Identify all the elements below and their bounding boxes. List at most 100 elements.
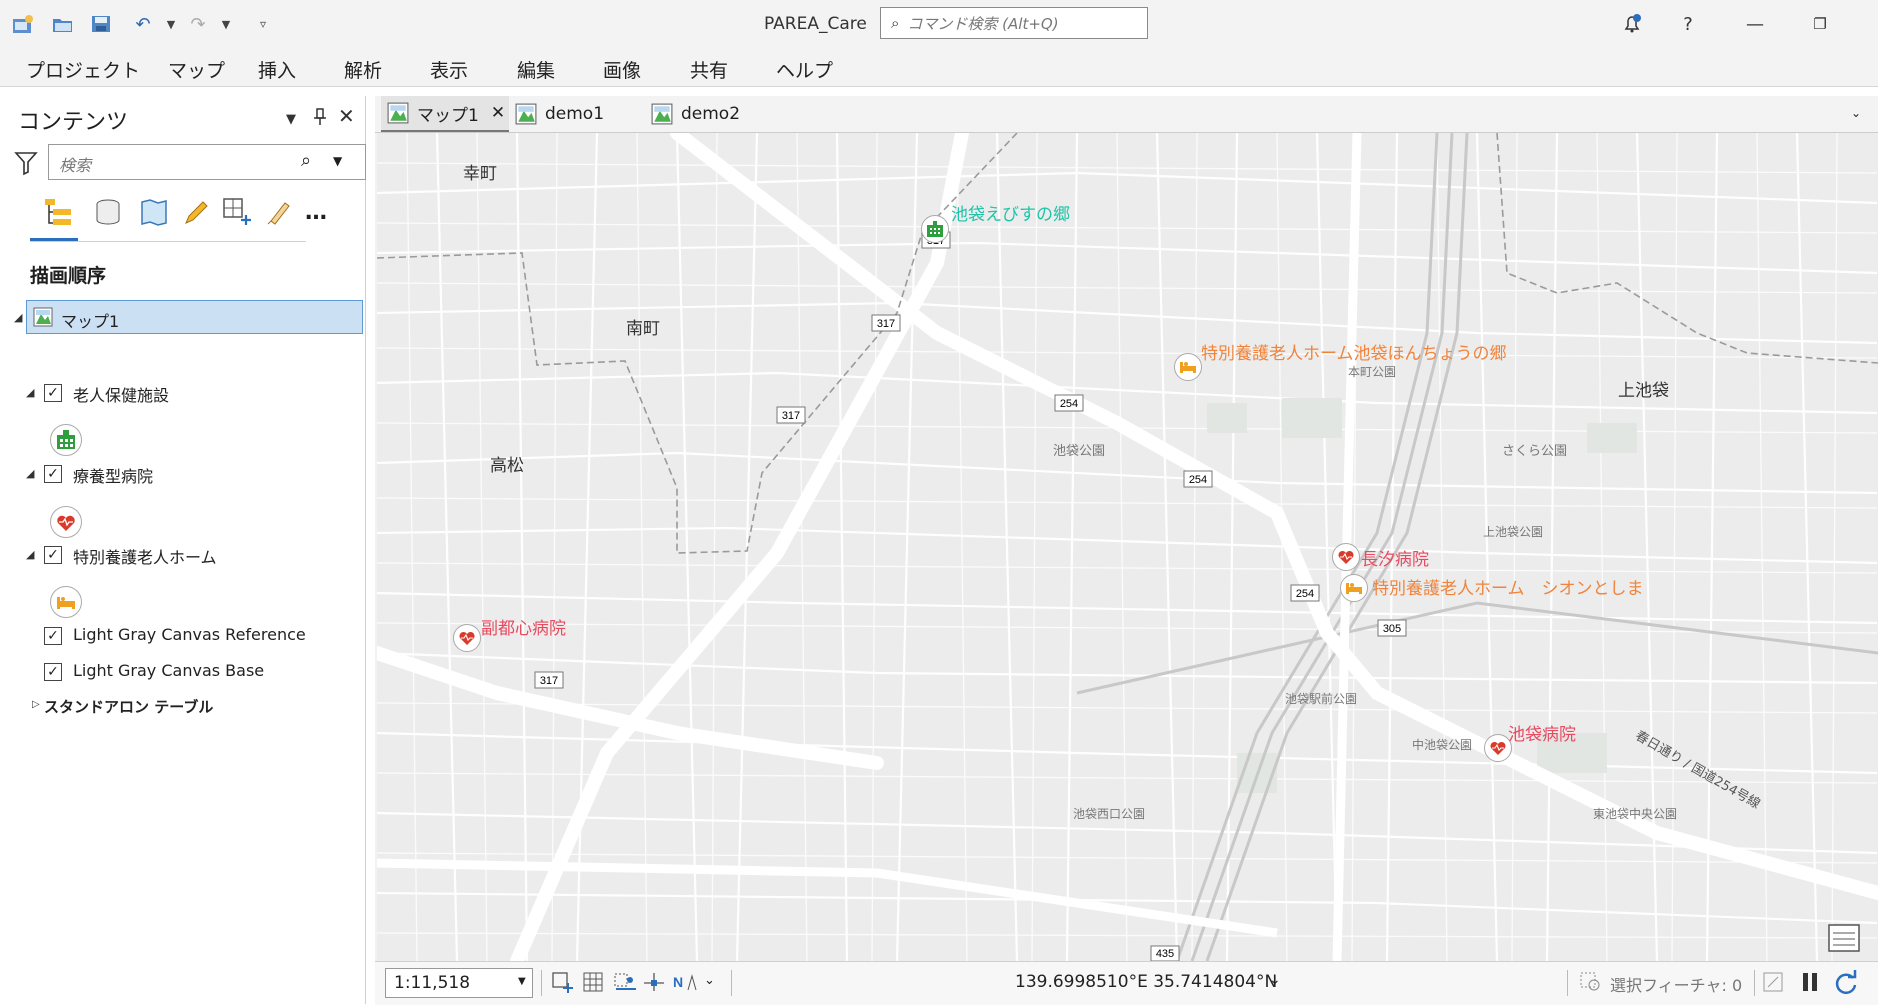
map-name: マップ1 bbox=[61, 312, 120, 331]
open-project-icon[interactable] bbox=[50, 12, 76, 36]
constraint-icon[interactable] bbox=[642, 971, 666, 997]
layer-visibility-checkbox[interactable]: ✓ bbox=[44, 384, 62, 402]
tab-label: demo2 bbox=[681, 104, 741, 124]
special-home-marker-icon[interactable] bbox=[1340, 574, 1368, 602]
list-by-selection-icon[interactable] bbox=[136, 192, 172, 232]
search-icon[interactable]: ⌕ bbox=[301, 150, 311, 171]
redo-dropdown-icon[interactable]: ▼ bbox=[213, 12, 239, 36]
special-home-marker-icon[interactable] bbox=[1174, 353, 1202, 381]
selected-features-count[interactable]: 選択フィーチャ: 0 bbox=[1610, 972, 1742, 996]
layer-visibility-checkbox[interactable]: ✓ bbox=[44, 465, 62, 483]
hospital-heart-symbol-icon[interactable] bbox=[50, 506, 82, 538]
collapse-map-triangle-icon[interactable]: ◢ bbox=[14, 311, 22, 324]
coordinate-format-chevron-icon[interactable]: ⌄ bbox=[1269, 972, 1281, 988]
refresh-cache-icon[interactable] bbox=[1762, 971, 1784, 997]
facility-label: 特別養護老人ホーム シオンとしま bbox=[1372, 579, 1644, 599]
collapse-layer-triangle-icon[interactable]: ◢ bbox=[26, 386, 34, 399]
list-by-drawing-order-icon[interactable] bbox=[40, 192, 76, 232]
tab-demo2[interactable]: demo2 bbox=[651, 96, 740, 132]
tab-label: マップ1 bbox=[417, 105, 479, 126]
menu-view[interactable]: 表示 bbox=[430, 56, 468, 83]
hospital-marker-icon[interactable] bbox=[453, 624, 481, 652]
divider bbox=[1567, 970, 1568, 996]
filter-icon[interactable] bbox=[14, 150, 40, 178]
menu-share[interactable]: 共有 bbox=[690, 56, 728, 83]
svg-text:317: 317 bbox=[877, 318, 895, 330]
notification-bell-icon[interactable] bbox=[1612, 10, 1652, 38]
menu-project[interactable]: プロジェクト bbox=[26, 56, 140, 83]
map-overview-icon[interactable] bbox=[1827, 923, 1861, 953]
search-options-chevron-icon[interactable]: ▼ bbox=[333, 154, 342, 168]
snapping-icon[interactable] bbox=[612, 971, 638, 997]
contents-search-input[interactable]: 検索 ⌕ ▼ bbox=[48, 144, 366, 180]
list-by-source-icon[interactable] bbox=[90, 192, 126, 232]
collapse-layer-triangle-icon[interactable]: ◢ bbox=[26, 467, 34, 480]
layer-visibility-checkbox[interactable]: ✓ bbox=[44, 627, 62, 645]
menu-help[interactable]: ヘルプ bbox=[776, 56, 833, 83]
svg-text:435: 435 bbox=[1156, 948, 1174, 960]
tab-list-chevron-icon[interactable]: ⌄ bbox=[1851, 106, 1861, 120]
customize-quick-access-icon[interactable]: ▿ bbox=[250, 12, 276, 36]
expand-standalone-triangle-icon[interactable]: ▷ bbox=[32, 699, 40, 710]
layer-name-nursing[interactable]: 老人保健施設 bbox=[73, 382, 169, 406]
coordinate-readout: 139.6998510°E 35.7414804°N bbox=[1015, 972, 1278, 992]
minimize-button[interactable]: — bbox=[1735, 10, 1775, 38]
selected-features-icon[interactable] bbox=[1579, 971, 1603, 997]
map-status-bar: 1:11,518 ▼ N ⌄ 139.6998510°E 35.7414804°… bbox=[375, 961, 1878, 1005]
save-project-icon[interactable] bbox=[88, 12, 114, 36]
pane-options-chevron-icon[interactable]: ▼ bbox=[286, 112, 296, 127]
hospital-marker-icon[interactable] bbox=[1332, 543, 1360, 571]
layer-name-hospital[interactable]: 療養型病院 bbox=[73, 463, 153, 487]
nursing-facility-marker-icon[interactable] bbox=[921, 215, 949, 243]
list-by-editing-icon[interactable] bbox=[178, 192, 214, 232]
map-tabs: マップ1 ✕ demo1 demo2 ⌄ bbox=[375, 96, 1878, 133]
layer-name-special-home[interactable]: 特別養護老人ホーム bbox=[73, 544, 217, 568]
tab-map1[interactable]: マップ1 ✕ bbox=[381, 96, 509, 132]
list-by-labeling-icon[interactable] bbox=[260, 192, 296, 232]
park-label: さくら公園 bbox=[1502, 444, 1568, 459]
bed-symbol-icon[interactable] bbox=[50, 586, 82, 618]
menu-map[interactable]: マップ bbox=[168, 56, 225, 83]
place-label: 高松 bbox=[490, 456, 524, 476]
map-canvas[interactable]: 317 317 317 317 254 254 254 305 435 幸町 南… bbox=[377, 133, 1878, 961]
facility-label: 池袋えびすの郷 bbox=[951, 205, 1070, 225]
nursing-facility-symbol-icon[interactable] bbox=[50, 424, 82, 456]
new-project-icon[interactable] bbox=[10, 12, 36, 36]
grid-icon[interactable] bbox=[582, 971, 604, 997]
layer-visibility-checkbox[interactable]: ✓ bbox=[44, 546, 62, 564]
layer-name-canvas-reference[interactable]: Light Gray Canvas Reference bbox=[73, 625, 306, 644]
park-label: 上池袋公園 bbox=[1483, 525, 1544, 539]
undo-dropdown-icon[interactable]: ▼ bbox=[158, 12, 184, 36]
help-button[interactable]: ? bbox=[1668, 10, 1708, 38]
collapse-layer-triangle-icon[interactable]: ◢ bbox=[26, 548, 34, 561]
map-view: マップ1 ✕ demo1 demo2 ⌄ 317 317 317 254 254… bbox=[375, 96, 1878, 1005]
menu-analysis[interactable]: 解析 bbox=[344, 56, 382, 83]
close-pane-icon[interactable]: ✕ bbox=[338, 104, 355, 128]
restore-button[interactable]: ❐ bbox=[1800, 10, 1840, 38]
scale-dropdown-icon[interactable]: ▼ bbox=[518, 976, 526, 987]
scale-selector[interactable]: 1:11,518 ▼ bbox=[385, 968, 533, 998]
undo-icon[interactable]: ↶ bbox=[130, 12, 156, 36]
refresh-icon[interactable] bbox=[1833, 970, 1859, 1000]
basemap: 317 317 317 317 254 254 254 305 435 bbox=[377, 133, 1878, 961]
more-options-icon[interactable]: … bbox=[298, 192, 334, 232]
list-by-snapping-icon[interactable] bbox=[220, 192, 256, 232]
pause-drawing-icon[interactable] bbox=[1800, 971, 1820, 997]
close-tab-icon[interactable]: ✕ bbox=[491, 103, 505, 123]
standalone-tables[interactable]: スタンドアロン テーブル bbox=[44, 696, 213, 717]
menu-insert[interactable]: 挿入 bbox=[258, 56, 296, 83]
add-extent-icon[interactable] bbox=[551, 971, 575, 999]
redo-icon[interactable]: ↷ bbox=[185, 12, 211, 36]
tree-item-map1[interactable]: マップ1 bbox=[26, 300, 363, 334]
place-label: 幸町 bbox=[463, 164, 497, 184]
status-tools-chevron-icon[interactable]: ⌄ bbox=[704, 973, 715, 988]
pin-icon[interactable] bbox=[313, 108, 327, 131]
layer-name-canvas-base[interactable]: Light Gray Canvas Base bbox=[73, 661, 264, 680]
layer-visibility-checkbox[interactable]: ✓ bbox=[44, 663, 62, 681]
menu-imagery[interactable]: 画像 bbox=[603, 56, 641, 83]
menu-edit[interactable]: 編集 bbox=[517, 56, 555, 83]
tab-label: demo1 bbox=[545, 104, 605, 124]
north-arrow-icon[interactable]: N bbox=[672, 970, 698, 998]
command-search-input[interactable]: ⌕ コマンド検索 (Alt+Q) bbox=[880, 7, 1148, 39]
tab-demo1[interactable]: demo1 bbox=[515, 96, 604, 132]
